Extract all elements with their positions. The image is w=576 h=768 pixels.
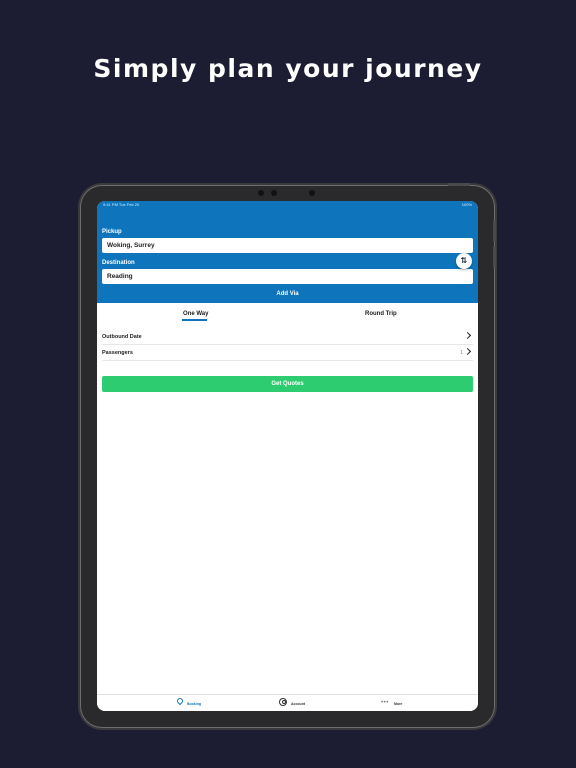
status-time: 9:41 PM Tue Feb 20 xyxy=(103,202,140,207)
passengers-row[interactable]: Passengers 1 xyxy=(102,346,473,361)
headline: Simply plan your journey xyxy=(93,54,483,83)
more-dots-icon: ••• xyxy=(381,700,389,706)
device-button xyxy=(493,220,496,242)
passengers-count: 1 xyxy=(459,350,463,356)
device-button xyxy=(493,246,496,268)
account-icon xyxy=(279,698,287,706)
bottom-tab-bar: Booking Account ••• More xyxy=(97,694,478,711)
destination-label: Destination xyxy=(102,260,135,266)
location-pin-icon xyxy=(175,696,185,706)
swap-icon[interactable]: ⇅ xyxy=(456,253,472,269)
status-battery: 100% xyxy=(461,202,472,207)
status-bar: 9:41 PM Tue Feb 20 100% xyxy=(97,202,478,208)
journey-form-panel: 9:41 PM Tue Feb 20 100% Pickup Woking, S… xyxy=(97,201,478,303)
tabbar-label-booking: Booking xyxy=(187,702,201,706)
outbound-date-label: Outbound Date xyxy=(102,334,142,340)
chevron-right-icon xyxy=(463,347,472,356)
pickup-field[interactable]: Woking, Surrey xyxy=(102,238,473,253)
tabbar-label-account: Account xyxy=(291,702,305,706)
tab-round-trip[interactable]: Round Trip xyxy=(365,311,397,317)
device-button xyxy=(448,183,470,186)
outbound-date-row[interactable]: Outbound Date xyxy=(102,330,473,345)
chevron-right-icon xyxy=(463,331,472,340)
pickup-label: Pickup xyxy=(102,229,122,235)
tabbar-label-more: More xyxy=(394,702,403,706)
active-tab-indicator xyxy=(182,319,207,321)
passengers-label: Passengers xyxy=(102,350,133,356)
destination-field[interactable]: Reading xyxy=(102,269,473,284)
camera-icon xyxy=(309,190,315,196)
add-via-button[interactable]: Add Via xyxy=(97,291,478,297)
tabbar-item-more[interactable]: ••• More xyxy=(381,698,411,709)
tabbar-item-account[interactable]: Account xyxy=(279,698,309,709)
camera-icon xyxy=(271,190,277,196)
camera-icon xyxy=(258,190,264,196)
tab-one-way[interactable]: One Way xyxy=(183,311,208,317)
app-screen: 9:41 PM Tue Feb 20 100% Pickup Woking, S… xyxy=(97,201,478,711)
tabbar-item-booking[interactable]: Booking xyxy=(175,696,207,709)
get-quotes-button[interactable]: Get Quotes xyxy=(102,376,473,392)
